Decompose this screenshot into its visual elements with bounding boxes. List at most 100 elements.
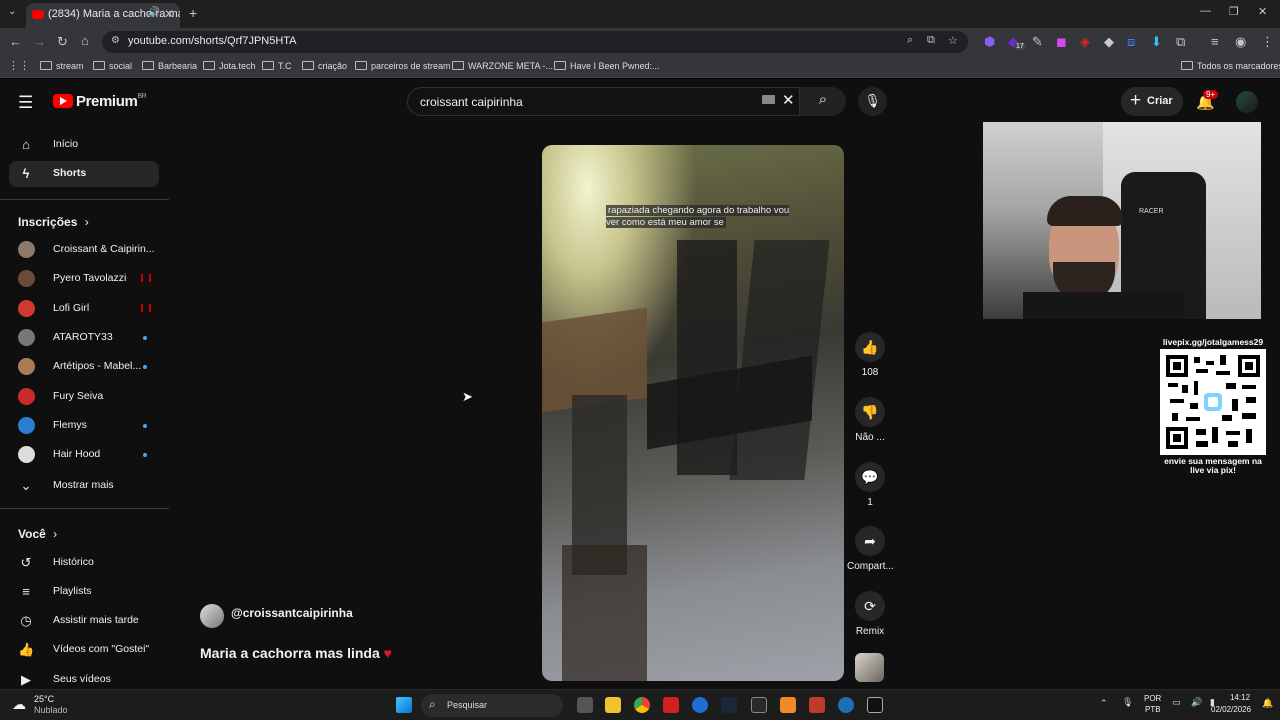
address-bar[interactable]: ⚙ youtube.com/shorts/Qrf7JPN5HTA ⌕ ⧉ ☆	[102, 31, 968, 53]
sidebar-item-liked-videos[interactable]: 👍 Vídeos com "Gostei"	[9, 637, 159, 663]
bookmark-social[interactable]: social	[93, 61, 132, 71]
extensions-puzzle-icon[interactable]: ⧉	[1176, 34, 1185, 50]
clock-date[interactable]: 02/02/2026	[1211, 705, 1251, 714]
clear-search-icon[interactable]: ✕	[782, 91, 795, 109]
you-heading[interactable]: Você ›	[18, 527, 57, 541]
close-window-icon[interactable]: ✕	[1258, 5, 1267, 18]
bookmark-warzone[interactable]: WARZONE META -...	[452, 61, 553, 71]
bookmark-barbearia[interactable]: Barbearia	[142, 61, 197, 71]
subscription-label: Hair Hood	[53, 448, 101, 460]
notification-center-icon[interactable]: 🔔	[1262, 698, 1273, 709]
language-top[interactable]: POR	[1144, 694, 1161, 703]
sidebar-item-your-videos[interactable]: ▶ Seus vídeos	[9, 667, 159, 689]
clock-time[interactable]: 14:12	[1230, 693, 1250, 702]
sidebar-subscription-item[interactable]: Croissant & Caipirin...	[9, 237, 159, 263]
task-view-icon[interactable]	[577, 697, 593, 713]
create-button[interactable]: Criar	[1121, 87, 1183, 116]
dislike-button[interactable]: 👎 Não ...	[847, 397, 893, 443]
search-input[interactable]: croissant caipirinha ✕	[407, 87, 800, 116]
subscriptions-heading[interactable]: Inscrições ›	[18, 215, 89, 229]
file-explorer-icon[interactable]	[605, 697, 621, 713]
reading-list-icon[interactable]: ≡	[1211, 34, 1219, 49]
sidebar-item-historico[interactable]: ↺ Histórico	[9, 550, 159, 576]
chrome-icon[interactable]	[634, 697, 650, 713]
weather-temp[interactable]: 25°C	[34, 694, 54, 704]
app-calendar-icon[interactable]	[809, 697, 825, 713]
share-button[interactable]: ➦ Compart...	[847, 526, 894, 572]
bookmark-haveibeenpwned[interactable]: Have I Been Pwned:...	[554, 61, 660, 71]
caption-text: rapaziada chegando agora do trabalho vou…	[606, 205, 790, 228]
language-bottom[interactable]: PTB	[1145, 705, 1161, 714]
bookmark-parceiros[interactable]: parceiros de stream	[355, 61, 451, 71]
sidebar-subscription-item[interactable]: Artétipos - Mabel...	[9, 354, 159, 380]
extension-5-icon[interactable]: ◈	[1080, 34, 1090, 50]
app-orange-icon[interactable]	[780, 697, 796, 713]
bookmark-jotatech[interactable]: Jota.tech	[203, 61, 256, 71]
sidebar-item-shorts[interactable]: ϟ Shorts	[9, 161, 159, 187]
all-bookmarks[interactable]: Todos os marcadores	[1181, 61, 1280, 71]
taskbar-search[interactable]: ⌕ Pesquisar	[421, 694, 563, 717]
weather-desc[interactable]: Nublado	[34, 705, 68, 715]
apps-grid-icon[interactable]: ⋮⋮	[8, 59, 30, 72]
keyboard-icon[interactable]	[762, 95, 775, 104]
sidebar-subscription-item[interactable]: Hair Hood	[9, 442, 159, 468]
browser-menu-icon[interactable]: ⋮	[1261, 34, 1274, 50]
profile-icon[interactable]: ◉	[1235, 34, 1246, 50]
voice-search-button[interactable]: 🎙	[858, 87, 887, 116]
tray-overflow-icon[interactable]: ⌃	[1100, 698, 1108, 709]
remix-button[interactable]: ⟳ Remix	[847, 591, 893, 637]
sound-thumbnail[interactable]	[855, 653, 884, 682]
windows-start-icon[interactable]	[396, 697, 412, 713]
sidebar-subscription-item[interactable]: Lofi Girl	[9, 296, 159, 322]
home-browser-icon[interactable]: ⌂	[81, 33, 89, 48]
like-button[interactable]: 👍 108	[847, 332, 893, 378]
home-icon: ⌂	[22, 137, 30, 152]
chevron-right-icon: ›	[53, 527, 58, 541]
extension-7-icon[interactable]: ⧈	[1127, 34, 1135, 50]
network-icon[interactable]: ▭	[1172, 697, 1181, 708]
extension-6-icon[interactable]: ◆	[1104, 34, 1114, 50]
volume-icon[interactable]: 🔊	[1191, 697, 1202, 708]
epic-games-icon[interactable]	[751, 697, 767, 713]
sidebar-item-watch-later[interactable]: ◷ Assistir mais tarde	[9, 608, 159, 634]
site-info-icon[interactable]: ⚙	[111, 35, 120, 46]
extension-3-icon[interactable]: ✎	[1032, 34, 1043, 50]
steam-icon[interactable]	[721, 697, 737, 713]
sidebar-subscription-item[interactable]: Pyero Tavolazzi	[9, 266, 159, 292]
comments-button[interactable]: 💬 1	[847, 462, 893, 508]
sidebar-subscription-item[interactable]: Flemys	[9, 413, 159, 439]
call-of-duty-icon[interactable]	[867, 697, 883, 713]
bookmark-criacao[interactable]: criação	[302, 61, 347, 71]
short-video-player[interactable]: rapaziada chegando agora do trabalho vou…	[542, 145, 844, 681]
show-more-button[interactable]: ⌄ Mostrar mais	[9, 473, 159, 499]
minimize-icon[interactable]: —	[1200, 5, 1211, 17]
sidebar-item-playlists[interactable]: ≡ Playlists	[9, 579, 159, 605]
forward-icon[interactable]: →	[33, 34, 46, 49]
tab-search-icon[interactable]: ⌄	[8, 6, 16, 17]
sidebar-subscription-item[interactable]: ATAROTY33	[9, 325, 159, 351]
app-red-icon[interactable]	[663, 697, 679, 713]
sidebar-subscription-item[interactable]: Fury Seiva	[9, 384, 159, 410]
search-button[interactable]: ⌕	[800, 87, 846, 116]
extension-1-icon[interactable]: ⬢	[984, 34, 995, 50]
zoom-icon[interactable]: ⌕	[907, 34, 913, 47]
speaker-icon[interactable]: 🔊	[148, 7, 160, 18]
back-icon[interactable]: ←	[9, 34, 22, 49]
app-q-icon[interactable]	[838, 697, 854, 713]
bookmark-tc[interactable]: T.C	[262, 61, 292, 71]
tray-mic-icon[interactable]: 🎙	[1122, 697, 1133, 708]
close-tab-icon[interactable]: ✕	[164, 7, 174, 21]
extension-4-icon[interactable]: ◼	[1056, 34, 1067, 50]
extension-8-icon[interactable]: ⬇	[1151, 34, 1162, 50]
browser-tab[interactable]: (2834) Maria a cachorra ma... 🔊 ✕	[26, 3, 180, 28]
maximize-icon[interactable]: ❐	[1229, 5, 1239, 18]
sidebar-item-inicio[interactable]: ⌂ Início	[9, 132, 159, 158]
install-app-icon[interactable]: ⧉	[927, 34, 935, 47]
app-blue-icon[interactable]	[692, 697, 708, 713]
bookmark-star-icon[interactable]: ☆	[948, 34, 958, 47]
new-tab-icon[interactable]: +	[189, 5, 197, 21]
reload-icon[interactable]: ↻	[57, 34, 68, 50]
account-avatar[interactable]	[1236, 91, 1258, 113]
bookmark-stream[interactable]: stream	[40, 61, 84, 71]
channel-link[interactable]: @croissantcaipirinha	[200, 604, 353, 628]
